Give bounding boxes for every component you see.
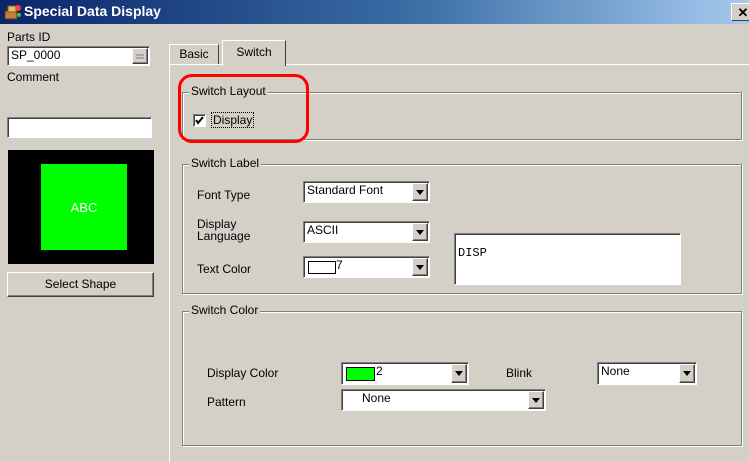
dialog-window: Special Data Display ✕ Parts ID SP_0000 …	[0, 0, 749, 462]
label-text-area[interactable]: DISP	[454, 233, 681, 285]
display-language-dropdown[interactable]: ASCII	[303, 221, 430, 243]
select-shape-button[interactable]: Select Shape	[7, 272, 154, 297]
pattern-dropdown-button[interactable]	[528, 391, 544, 409]
text-color-swatch	[308, 261, 336, 274]
display-color-dropdown-button[interactable]	[451, 364, 467, 383]
tab-switch-label: Switch	[236, 45, 272, 59]
display-language-label-line2: Language	[197, 229, 251, 243]
chevron-down-icon	[416, 264, 424, 270]
blink-dropdown[interactable]: None	[597, 362, 697, 385]
parts-id-value: SP_0000	[11, 48, 61, 62]
blink-dropdown-button[interactable]	[679, 364, 695, 383]
chevron-down-icon	[416, 189, 424, 195]
chevron-down-icon	[455, 371, 463, 376]
chevron-down-icon	[532, 397, 540, 403]
title-bar: Special Data Display ✕	[0, 0, 749, 24]
parts-id-spinner[interactable]	[132, 48, 148, 64]
label-text-value: DISP	[458, 246, 487, 260]
preview-text: ABC	[70, 199, 98, 215]
display-language-value: ASCII	[307, 223, 339, 237]
parts-id-label: Parts ID	[7, 30, 51, 44]
highlight-callout	[178, 74, 309, 143]
pattern-dropdown[interactable]: None	[341, 389, 546, 411]
font-type-dropdown[interactable]: Standard Font	[303, 181, 430, 203]
text-color-dropdown-button[interactable]	[412, 258, 428, 276]
font-type-value: Standard Font	[307, 183, 384, 197]
spinner-icon	[136, 54, 144, 59]
chevron-down-icon	[416, 229, 424, 235]
tab-switch[interactable]: Switch	[222, 40, 286, 66]
display-color-label: Display Color	[207, 366, 279, 380]
display-language-dropdown-button[interactable]	[412, 223, 428, 241]
comment-field[interactable]	[7, 117, 152, 138]
tab-basic-label: Basic	[179, 47, 209, 61]
app-icon	[4, 5, 21, 20]
display-color-swatch	[346, 367, 375, 381]
shape-preview: ABC	[8, 150, 154, 264]
chevron-down-icon	[683, 371, 691, 376]
text-color-dropdown[interactable]: 7	[303, 256, 430, 278]
text-color-value: 7	[336, 258, 343, 272]
tab-basic[interactable]: Basic	[169, 44, 219, 64]
text-color-label: Text Color	[197, 262, 252, 276]
display-language-label: Display Language	[197, 218, 250, 242]
switch-label-title: Switch Label	[189, 156, 262, 170]
close-icon: ✕	[737, 5, 749, 20]
font-type-label: Font Type	[197, 188, 251, 202]
comment-label: Comment	[7, 70, 60, 84]
blink-label: Blink	[506, 366, 533, 380]
display-color-dropdown[interactable]: 2	[341, 362, 469, 385]
display-color-value: 2	[376, 364, 383, 378]
select-shape-label: Select Shape	[44, 277, 117, 291]
font-type-dropdown-button[interactable]	[412, 183, 428, 201]
blink-value: None	[601, 364, 630, 378]
switch-color-group: Switch Color Display Color 2 Blink None …	[182, 303, 742, 446]
pattern-value: None	[362, 391, 391, 405]
switch-color-title: Switch Color	[189, 303, 261, 317]
pattern-label: Pattern	[207, 395, 246, 409]
switch-preview-shape: ABC	[41, 164, 127, 250]
switch-label-group: Switch Label Font Type Standard Font Dis…	[182, 156, 742, 294]
window-title: Special Data Display	[24, 3, 161, 19]
parts-id-field[interactable]: SP_0000	[7, 46, 150, 66]
close-button[interactable]: ✕	[731, 3, 749, 21]
